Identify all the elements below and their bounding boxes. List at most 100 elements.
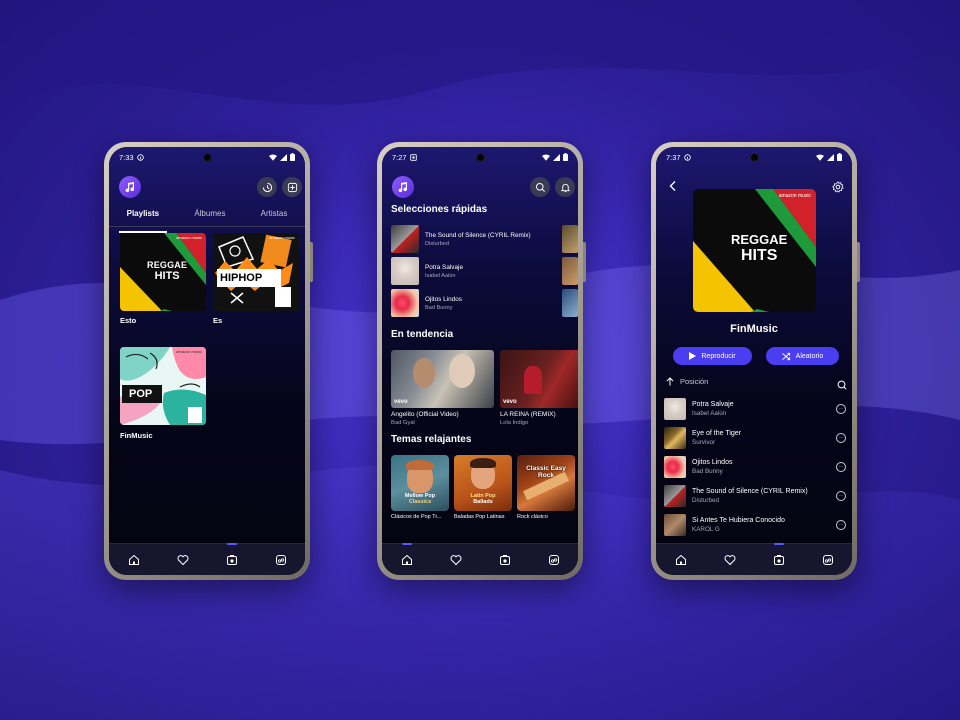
playlist-tile-finmusic[interactable]: POP amazon music [120, 347, 206, 425]
quick-pick-row[interactable]: Potra Salvaje Isabel Aaiún [391, 257, 463, 285]
back-button[interactable] [666, 179, 680, 193]
next-column-thumb[interactable] [562, 257, 578, 285]
brand-label: amazon music [778, 193, 811, 199]
heart-icon [450, 554, 461, 565]
nav-library[interactable] [767, 542, 791, 572]
nav-home[interactable] [122, 548, 146, 572]
home-icon [128, 554, 139, 565]
nav-library[interactable] [220, 542, 244, 572]
quick-pick-row[interactable]: The Sound of Silence (CYRIL Remix) Distu… [391, 225, 531, 253]
nav-mixes[interactable] [816, 548, 840, 572]
vevo-badge: vevo [503, 399, 517, 405]
play-label: Reproducir [701, 352, 736, 360]
notifications-button[interactable] [555, 177, 575, 197]
track-title: Ojitos Lindos [425, 295, 462, 303]
track-artist: Disturbed [425, 240, 449, 247]
card-label: Rock clásico [517, 514, 548, 520]
song-row[interactable]: The Sound of Silence (CYRIL Remix) Distu… [664, 483, 846, 509]
play-button[interactable]: Reproducir [673, 347, 752, 365]
nav-favorites[interactable] [718, 548, 742, 572]
library-icon [499, 554, 510, 565]
camera-cutout [202, 153, 212, 162]
track-thumbnail [391, 289, 419, 317]
song-title: Ojitos Lindos [692, 459, 733, 466]
bell-icon [560, 183, 570, 192]
cover-title: POP [129, 388, 153, 400]
song-thumbnail [664, 427, 686, 449]
next-column-thumb[interactable] [562, 225, 578, 253]
recent-button[interactable] [257, 177, 277, 197]
tab-playlists[interactable]: Playlists [118, 207, 168, 233]
mix-icon [548, 554, 559, 565]
playlist-tile-es[interactable]: HIPHOP amazon music [213, 233, 299, 311]
tile-label: Esto [120, 316, 137, 325]
card-label: Clásicos de Pop Tr... [391, 514, 442, 520]
search-button[interactable] [530, 177, 550, 197]
song-title: Eye of the Tiger [692, 430, 742, 437]
more-options-icon[interactable]: ··· [836, 404, 846, 414]
brand-label: amazon music [176, 349, 202, 354]
quick-picks-title: Selecciones rápidas [391, 204, 488, 215]
nav-library[interactable] [493, 548, 517, 572]
shuffle-button[interactable]: Aleatorio [766, 347, 839, 365]
song-row[interactable]: Eye of the Tiger Survivor ··· [664, 425, 846, 451]
playlist-tile-esto[interactable]: REGGAE HITS amazon music [120, 233, 206, 311]
play-icon [689, 352, 697, 360]
quick-pick-row[interactable]: Ojitos Lindos Bad Bunny [391, 289, 462, 317]
track-title: Potra Salvaje [425, 263, 464, 271]
search-icon [837, 380, 847, 390]
phone-screen: 7:33 Playlists Álbumes Artistas REGGAE H… [109, 147, 305, 575]
tab-albums[interactable]: Álbumes [190, 207, 229, 226]
more-options-icon[interactable]: ··· [836, 520, 846, 530]
song-row[interactable]: Potra Salvaje Isabel Aaiún ··· [664, 396, 846, 422]
cover-title: HIPHOP [220, 272, 263, 284]
relaxing-playlist-card[interactable]: Latin Pop Ballads [454, 455, 512, 511]
tile-label: Es [213, 316, 223, 325]
nav-favorites[interactable] [444, 548, 468, 572]
video-title: LA REINA (REMIX) [500, 411, 556, 418]
next-column-thumb[interactable] [562, 289, 578, 317]
music-logo-icon[interactable] [392, 176, 414, 198]
heart-icon [724, 554, 735, 565]
relaxing-playlist-card[interactable]: Mellow Pop Classics [391, 455, 449, 511]
trending-title: En tendencia [391, 329, 454, 340]
library-icon [773, 554, 784, 565]
mix-icon [822, 554, 833, 565]
nav-home[interactable] [669, 548, 693, 572]
cover-title: REGGAE HITS [147, 260, 188, 282]
battery-icon [563, 153, 568, 161]
song-artist: Disturbed [692, 497, 719, 504]
wifi-icon [542, 154, 550, 161]
add-playlist-button[interactable] [282, 177, 302, 197]
trending-video-card[interactable]: vevo [391, 350, 494, 408]
battery-icon [837, 153, 842, 161]
more-options-icon[interactable]: ··· [836, 491, 846, 501]
song-title: The Sound of Silence (CYRIL Remix) [692, 488, 808, 495]
more-options-icon[interactable]: ··· [836, 462, 846, 472]
nav-favorites[interactable] [171, 548, 195, 572]
nav-home[interactable] [395, 542, 419, 572]
status-time: 7:27 [392, 152, 407, 162]
nav-mixes[interactable] [542, 548, 566, 572]
settings-button[interactable] [832, 180, 844, 193]
music-logo-icon[interactable] [119, 176, 141, 198]
chevron-left-icon [669, 181, 676, 191]
song-row[interactable]: Ojitos Lindos Bad Bunny ··· [664, 454, 846, 480]
playlist-search-button[interactable] [837, 377, 847, 390]
song-artist: KAROL G [692, 526, 720, 533]
relaxing-playlist-card[interactable]: Classic Easy Rock [517, 455, 575, 511]
video-artist: Lola Indigo [500, 420, 529, 426]
more-options-icon[interactable]: ··· [836, 433, 846, 443]
playlist-title: FinMusic [730, 323, 778, 335]
signal-icon [553, 153, 560, 161]
bottom-nav [109, 542, 305, 575]
gear-icon [832, 181, 844, 193]
trending-video-card[interactable]: vevo [500, 350, 578, 408]
search-icon [535, 182, 545, 192]
tab-artists[interactable]: Artistas [257, 207, 292, 226]
relaxing-title: Temas relajantes [391, 434, 472, 445]
playlist-cover-art [120, 347, 206, 425]
sort-control[interactable]: Posición [666, 377, 708, 386]
nav-mixes[interactable] [269, 548, 293, 572]
song-row[interactable]: Si Antes Te Hubiera Conocido KAROL G ··· [664, 512, 846, 538]
